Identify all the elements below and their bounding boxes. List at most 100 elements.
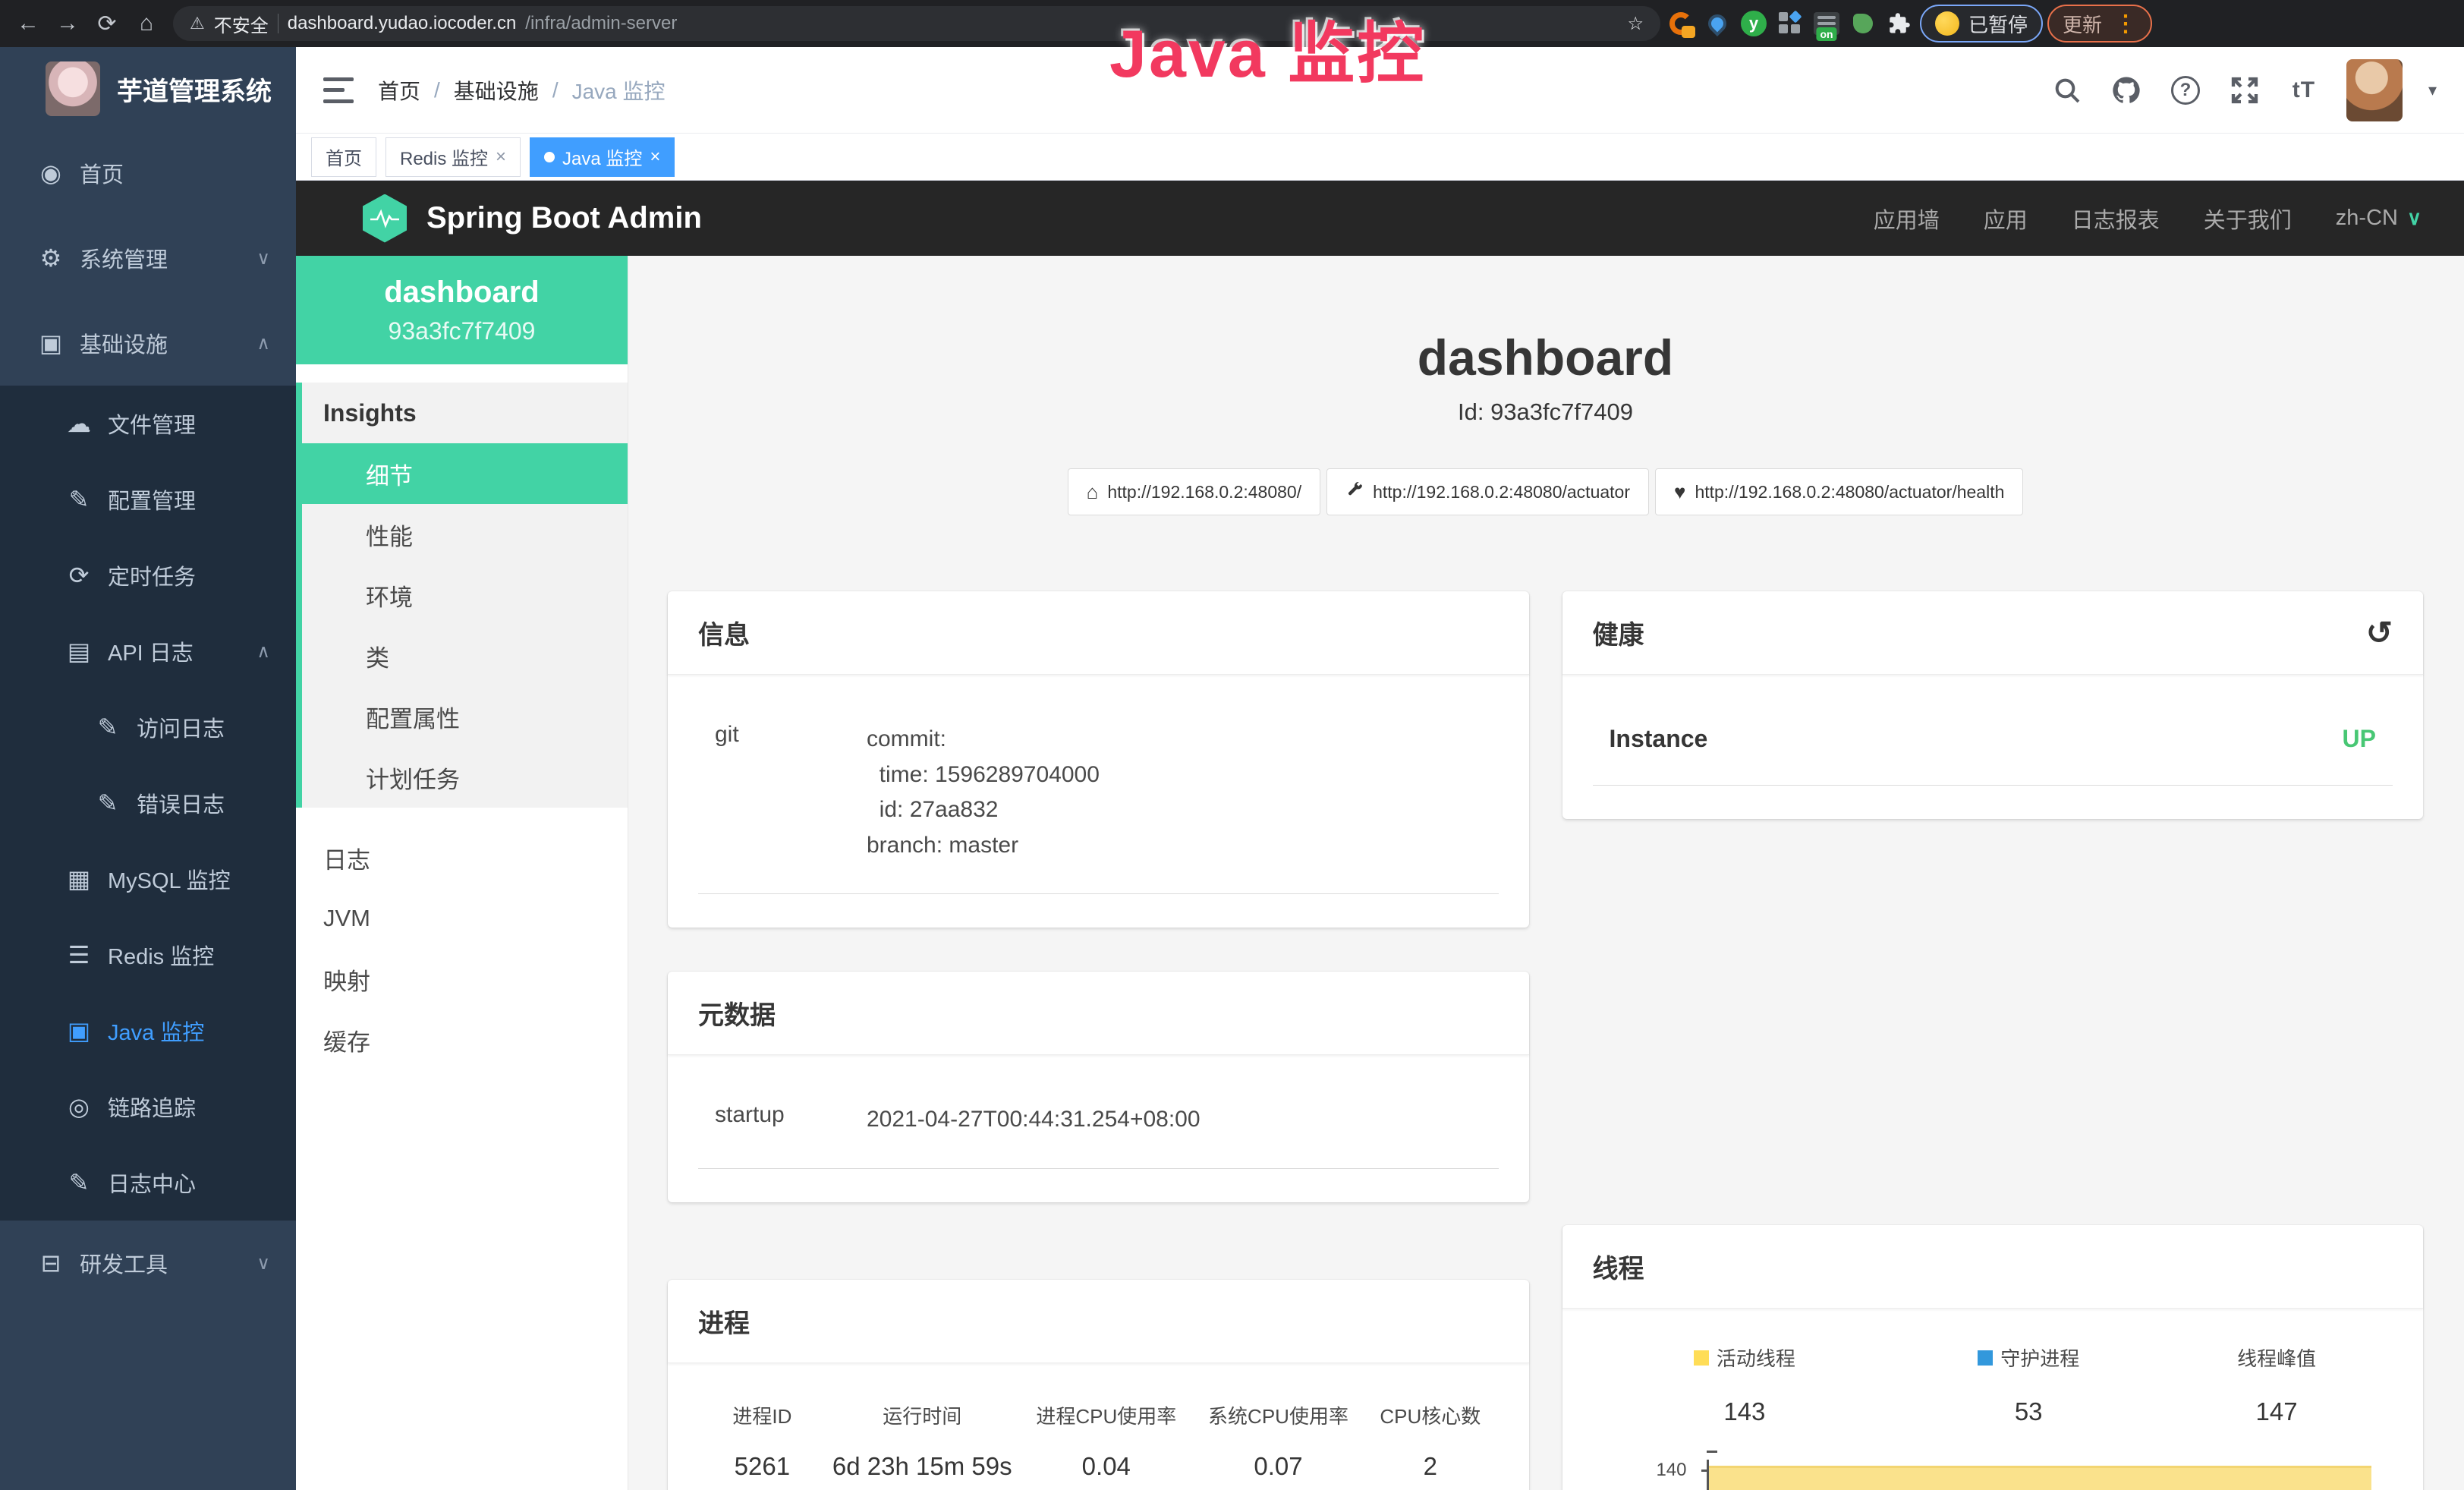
sidebar-item-label: 日志中心 [108,1167,196,1199]
extensions-puzzle-icon[interactable] [1883,8,1915,39]
sidebar-item-java-monitor[interactable]: ▣ Java 监控 [0,993,296,1069]
tab-redis-monitor[interactable]: Redis 监控 × [385,137,521,177]
dashboard-icon: ◉ [34,159,68,187]
extension-green-icon[interactable]: y [1738,8,1770,39]
sidebar-item-label: 首页 [80,157,124,189]
sba-item-mappings[interactable]: 映射 [296,949,628,1010]
tab-java-monitor[interactable]: Java 监控 × [530,137,675,177]
sidebar-item-dev-tools[interactable]: ⊟ 研发工具 ∨ [0,1221,296,1306]
history-icon[interactable]: ↺ [2366,617,2393,649]
github-icon[interactable] [2110,74,2143,107]
yellow-swatch-icon [1694,1350,1709,1366]
user-avatar[interactable] [2346,59,2403,121]
help-icon[interactable]: ? [2169,74,2202,107]
sidebar-item-home[interactable]: ◉ 首页 [0,131,296,216]
browser-forward-icon[interactable]: → [50,6,85,41]
sba-item-details[interactable]: 细节 [302,443,628,504]
font-size-icon[interactable]: tT [2287,74,2321,107]
close-icon[interactable]: × [496,146,506,168]
sba-item-scheduled[interactable]: 计划任务 [302,747,628,808]
sidebar-item-mysql-monitor[interactable]: ▦ MySQL 监控 [0,841,296,917]
sba-logo-icon[interactable] [363,194,407,243]
sidebar-item-label: 访问日志 [137,711,225,743]
sidebar-item-infrastructure[interactable]: ▣ 基础设施 ∧ [0,301,296,386]
search-icon[interactable] [2050,74,2084,107]
security-warning-icon: ⚠ [190,14,205,33]
sba-nav-wallboard[interactable]: 应用墙 [1874,203,1940,235]
breadcrumb-infra[interactable]: 基础设施 [454,75,539,106]
sidebar-item-label: 文件管理 [108,408,196,439]
sba-sidebar: dashboard 93a3fc7f7409 Insights 细节 性能 环境… [296,256,628,1490]
sidebar-collapse-icon[interactable] [323,77,354,103]
extension-grid-icon[interactable] [1774,8,1806,39]
user-menu-caret-icon[interactable]: ▾ [2428,80,2437,100]
health-instance-row[interactable]: Instance UP [1593,702,2393,786]
breadcrumb: 首页 / 基础设施 / Java 监控 [378,75,666,106]
sidebar-item-access-logs[interactable]: ✎ 访问日志 [0,689,296,765]
app-logo-row[interactable]: 芋道管理系统 [0,47,296,131]
instance-id-line: Id: 93a3fc7f7409 [668,398,2423,426]
active-dot-icon [544,152,555,162]
app-title: 芋道管理系统 [117,71,272,108]
sba-item-config-props[interactable]: 配置属性 [302,686,628,747]
breadcrumb-current: Java 监控 [572,75,666,106]
breadcrumb-separator: / [552,78,559,102]
extension-pin-icon[interactable] [1701,8,1733,39]
sidebar-item-error-logs[interactable]: ✎ 错误日志 [0,765,296,841]
sidebar-item-redis-monitor[interactable]: ☰ Redis 监控 [0,917,296,993]
sidebar-item-scheduled-tasks[interactable]: ⟳ 定时任务 [0,537,296,613]
column-header: CPU核心数 [1362,1401,1498,1429]
sba-brand-title[interactable]: Spring Boot Admin [426,201,702,235]
sidebar-item-api-logs[interactable]: ▤ API 日志 ∧ [0,613,296,689]
locale-label: zh-CN [2336,206,2398,231]
tab-home[interactable]: 首页 [311,137,376,177]
edit-icon: ✎ [91,789,124,817]
fullscreen-icon[interactable] [2228,74,2261,107]
health-url-button[interactable]: ♥ http://192.168.0.2:48080/actuator/heal… [1655,468,2023,515]
browser-back-icon[interactable]: ← [11,6,46,41]
sidebar-item-system[interactable]: ⚙ 系统管理 ∨ [0,216,296,301]
close-icon[interactable]: × [650,146,660,168]
sba-item-metrics[interactable]: 性能 [302,504,628,565]
sidebar-item-config-manage[interactable]: ✎ 配置管理 [0,461,296,537]
service-url-button[interactable]: ⌂ http://192.168.0.2:48080/ [1068,468,1321,515]
sba-nav-applications[interactable]: 应用 [1984,203,2028,235]
sidebar-item-log-center[interactable]: ✎ 日志中心 [0,1145,296,1221]
edit-icon: ✎ [91,713,124,742]
browser-reload-icon[interactable]: ⟳ [90,6,124,41]
sba-item-classes[interactable]: 类 [302,625,628,686]
process-table: 进程ID 运行时间 进程CPU使用率 系统CPU使用率 CPU核心数 5261 … [698,1391,1499,1488]
sba-item-caches[interactable]: 缓存 [296,1010,628,1070]
sba-item-jvm[interactable]: JVM [296,888,628,949]
extension-leaf-icon[interactable] [1847,8,1879,39]
sidebar-item-label: 系统管理 [80,242,168,274]
sidebar-item-label: 基础设施 [80,327,168,359]
extension-switch-icon[interactable]: on [1811,8,1842,39]
actuator-url-button[interactable]: http://192.168.0.2:48080/actuator [1326,468,1649,515]
browser-update-button[interactable]: 更新 ⋮ [2047,5,2152,43]
insights-group-header[interactable]: Insights [302,383,628,443]
sba-nav-journal[interactable]: 日志报表 [2072,203,2160,235]
profile-paused-badge[interactable]: 已暂停 [1920,5,2043,43]
extension-fehelper-icon[interactable] [1665,8,1697,39]
column-header: 运行时间 [826,1401,1018,1429]
sba-instance-header[interactable]: dashboard 93a3fc7f7409 [296,256,628,364]
breadcrumb-home[interactable]: 首页 [378,75,420,106]
sidebar-item-tracing[interactable]: ◎ 链路追踪 [0,1069,296,1145]
browser-menu-icon[interactable]: ⋮ [2114,11,2137,37]
peak-threads-value: 147 [2160,1397,2393,1426]
browser-home-icon[interactable]: ⌂ [129,6,164,41]
on-badge: on [1816,27,1836,41]
timer-icon: ⟳ [62,561,96,590]
sidebar-item-file-manage[interactable]: ☁ 文件管理 [0,386,296,461]
info-card-title: 信息 [698,614,750,651]
sba-item-environment[interactable]: 环境 [302,565,628,625]
security-label[interactable]: 不安全 [214,11,269,37]
bookmark-star-icon[interactable]: ☆ [1627,13,1644,35]
sba-item-logs[interactable]: 日志 [296,827,628,888]
sba-nav-about[interactable]: 关于我们 [2204,203,2292,235]
home-icon: ⌂ [1087,480,1099,504]
address-bar[interactable]: ⚠ 不安全 dashboard.yudao.iocoder.cn/infra/a… [173,6,1660,41]
briefcase-icon: ⊟ [34,1249,68,1277]
sba-locale-select[interactable]: zh-CN ∨ [2336,206,2422,231]
